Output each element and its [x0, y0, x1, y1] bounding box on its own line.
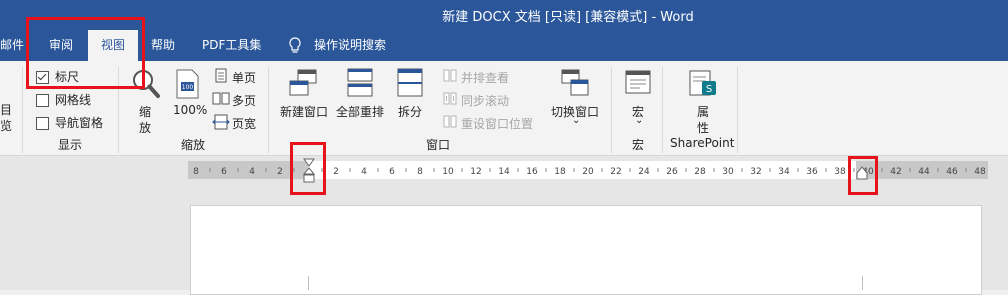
ruler-label: 20 [582, 167, 594, 177]
multiple-pages-label[interactable]: 多页 [232, 92, 256, 109]
lightbulb-icon[interactable] [288, 37, 302, 55]
ruler-label: 16 [526, 167, 538, 177]
nav-pane-check-box[interactable] [36, 117, 49, 130]
sync-scroll-icon [443, 92, 457, 105]
tab-pdf-tools[interactable]: PDF工具集 [202, 30, 261, 61]
gridlines-checkbox-label: 网格线 [55, 93, 92, 107]
ruler-label: 4 [249, 167, 255, 177]
ruler-label: 8 [193, 167, 199, 177]
side-by-side-label: 并排查看 [461, 71, 510, 85]
ruler-label: 8 [417, 167, 423, 177]
nav-pane-checkbox[interactable]: 导航窗格 [36, 114, 103, 130]
window-title: 新建 DOCX 文档 [只读] [兼容模式] - Word [442, 10, 694, 25]
split-label[interactable]: 拆分 [398, 103, 422, 120]
svg-text:100: 100 [182, 84, 194, 91]
zoom-button-label[interactable]: 缩 [139, 103, 151, 120]
ruler-label: 42 [890, 167, 901, 177]
gridlines-checkbox[interactable]: 网格线 [36, 91, 91, 107]
ruler-label: 18 [554, 167, 566, 177]
ruler-label: 10 [442, 167, 454, 177]
hundred-percent-label[interactable]: 100% [173, 103, 207, 117]
arrange-all-label[interactable]: 全部重排 [336, 103, 384, 120]
ruler-label: 44 [918, 167, 930, 177]
macros-icon[interactable] [624, 69, 652, 97]
cut-off-button-label-2[interactable]: 览 [0, 117, 12, 134]
ruler-label: 26 [666, 167, 678, 177]
switch-windows-dropdown-icon[interactable]: ⌄ [572, 115, 580, 126]
ruler-label: 14 [498, 167, 510, 177]
ribbon-panel: 目 览 标尺 网格线 导航窗格 显示 缩 放 100 100% 单页 多页 页宽… [0, 61, 1008, 156]
new-window-icon[interactable] [288, 68, 318, 98]
ruler-label: 36 [806, 167, 818, 177]
tab-help[interactable]: 帮助 [151, 30, 175, 61]
hundred-percent-icon[interactable]: 100 [175, 69, 201, 99]
macros-dropdown-icon[interactable]: ⌄ [635, 115, 643, 126]
sync-scroll-label: 同步滚动 [461, 94, 510, 108]
ruler-label: 46 [946, 167, 958, 177]
tell-me-search[interactable]: 操作说明搜索 [314, 30, 386, 61]
zoom-group-label: 缩放 [181, 138, 206, 152]
ruler-label: 6 [389, 167, 395, 177]
cut-off-button-label[interactable]: 目 [0, 101, 12, 118]
reset-position-icon [443, 115, 457, 128]
ruler-label: 34 [778, 167, 790, 177]
zoom-button-label-2[interactable]: 放 [139, 119, 151, 136]
properties-icon[interactable]: S [688, 69, 718, 97]
ruler-label: 2 [277, 167, 283, 177]
ruler-label: 2 [333, 167, 339, 177]
page-width-icon[interactable] [212, 114, 230, 130]
gridlines-check-box[interactable] [36, 94, 49, 107]
ruler-label: 22 [610, 167, 621, 177]
one-page-icon[interactable] [214, 68, 228, 84]
tab-mailings[interactable]: 邮件 [0, 30, 24, 61]
svg-text:S: S [706, 84, 712, 95]
highlight-box-left-indent [290, 142, 326, 195]
ruler-label: 38 [834, 167, 846, 177]
ruler-label: 6 [221, 167, 227, 177]
sharepoint-group-label: SharePoint [670, 136, 735, 150]
arrange-all-icon[interactable] [346, 68, 374, 98]
page-width-label[interactable]: 页宽 [232, 115, 256, 132]
switch-windows-icon[interactable] [560, 68, 590, 98]
highlight-box-right-indent [848, 156, 878, 195]
window-group-label: 窗口 [426, 138, 451, 152]
reset-position-label: 重设窗口位置 [461, 117, 534, 131]
ruler-label: 12 [470, 167, 481, 177]
properties-label-2[interactable]: 性 [697, 119, 709, 136]
title-bar: 新建 DOCX 文档 [只读] [兼容模式] - Word [0, 0, 1008, 30]
ruler-label: 28 [694, 167, 706, 177]
ruler-label: 48 [974, 167, 986, 177]
split-window-icon[interactable] [396, 68, 424, 98]
nav-pane-checkbox-label: 导航窗格 [55, 116, 104, 130]
ruler-label: 30 [722, 167, 734, 177]
properties-label[interactable]: 属 [697, 103, 709, 120]
ruler-label: 32 [750, 167, 761, 177]
ruler-label: 4 [361, 167, 367, 177]
right-margin-crop-mark [862, 276, 863, 290]
side-by-side-icon [443, 69, 457, 82]
new-window-label[interactable]: 新建窗口 [280, 103, 328, 120]
multiple-pages-icon[interactable] [212, 91, 230, 107]
ruler-label: 24 [638, 167, 650, 177]
highlight-box-ruler-option [26, 17, 145, 89]
macros-group-label: 宏 [632, 138, 645, 152]
left-margin-crop-mark [308, 276, 309, 290]
one-page-label[interactable]: 单页 [232, 69, 256, 86]
show-group-label: 显示 [58, 138, 83, 152]
ribbon-tab-bar: 邮件 审阅 视图 帮助 PDF工具集 操作说明搜索 [0, 30, 1008, 61]
